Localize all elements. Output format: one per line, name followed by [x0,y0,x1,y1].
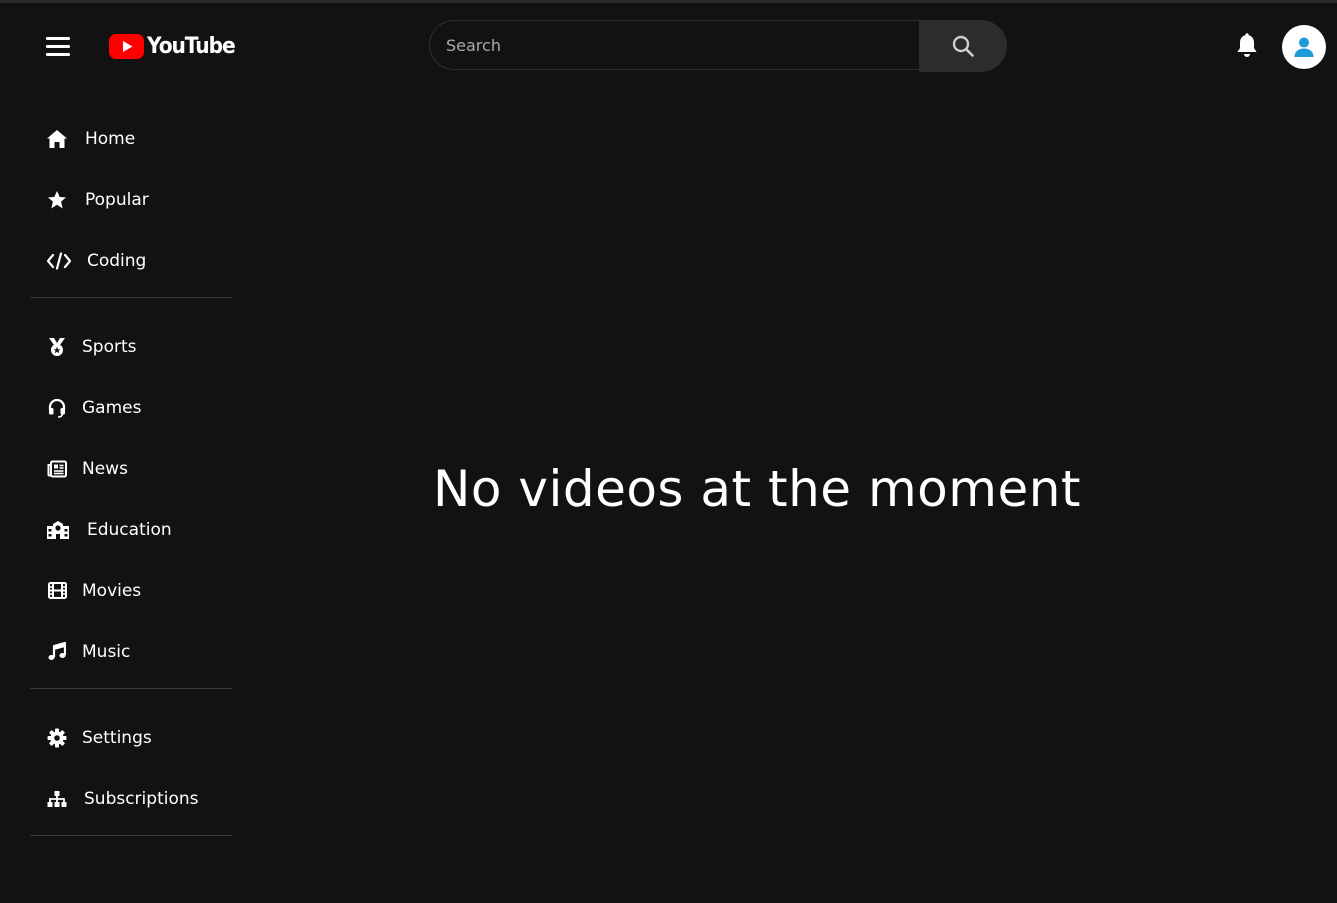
sidebar-item-subscriptions[interactable]: Subscriptions [30,768,232,829]
headset-icon [46,397,68,419]
star-icon [46,189,68,211]
sidebar-item-label: Home [85,128,136,149]
notifications-button[interactable] [1232,31,1262,61]
sidebar: Home Popular Coding Sports Games News Ed… [30,108,232,854]
logo-wordmark: YouTube [147,33,236,59]
hamburger-menu-icon[interactable] [40,30,76,64]
sidebar-item-label: Sports [82,336,137,357]
music-note-icon [46,641,68,663]
sidebar-item-home[interactable]: Home [30,108,232,169]
bell-icon [1237,32,1257,57]
code-icon [47,250,71,272]
sidebar-item-label: Coding [87,250,147,271]
sidebar-item-label: News [82,458,128,479]
account-avatar[interactable] [1282,25,1326,69]
search-button[interactable] [919,20,1007,72]
sidebar-divider [30,297,232,298]
film-icon [46,580,68,602]
newspaper-icon [46,458,68,480]
sidebar-item-news[interactable]: News [30,438,232,499]
sidebar-item-label: Music [82,641,131,662]
youtube-logo[interactable]: YouTube [109,31,242,61]
top-header: YouTube [0,3,1337,89]
sidebar-item-label: Games [82,397,142,418]
sidebar-item-popular[interactable]: Popular [30,169,232,230]
youtube-play-logo-icon [109,33,144,59]
sidebar-item-label: Settings [82,727,152,748]
sidebar-item-games[interactable]: Games [30,377,232,438]
sidebar-item-sports[interactable]: Sports [30,316,232,377]
sidebar-divider [30,688,232,689]
sitemap-icon [46,788,68,810]
search-bar [429,20,1007,72]
sidebar-item-label: Popular [85,189,149,210]
user-icon [1294,37,1314,57]
sidebar-item-coding[interactable]: Coding [30,230,232,291]
sidebar-item-music[interactable]: Music [30,621,232,682]
empty-state-message: No videos at the moment [432,460,1082,518]
sidebar-item-education[interactable]: Education [30,499,232,560]
sidebar-item-label: Movies [82,580,142,601]
sidebar-item-movies[interactable]: Movies [30,560,232,621]
sidebar-divider [30,835,232,836]
school-icon [46,519,70,541]
gear-icon [46,727,68,749]
medal-icon [46,336,68,358]
sidebar-item-label: Education [87,519,172,540]
search-input[interactable] [429,20,919,70]
sidebar-item-label: Subscriptions [84,788,199,809]
search-icon [952,35,974,57]
sidebar-item-settings[interactable]: Settings [30,707,232,768]
home-icon [46,128,68,150]
